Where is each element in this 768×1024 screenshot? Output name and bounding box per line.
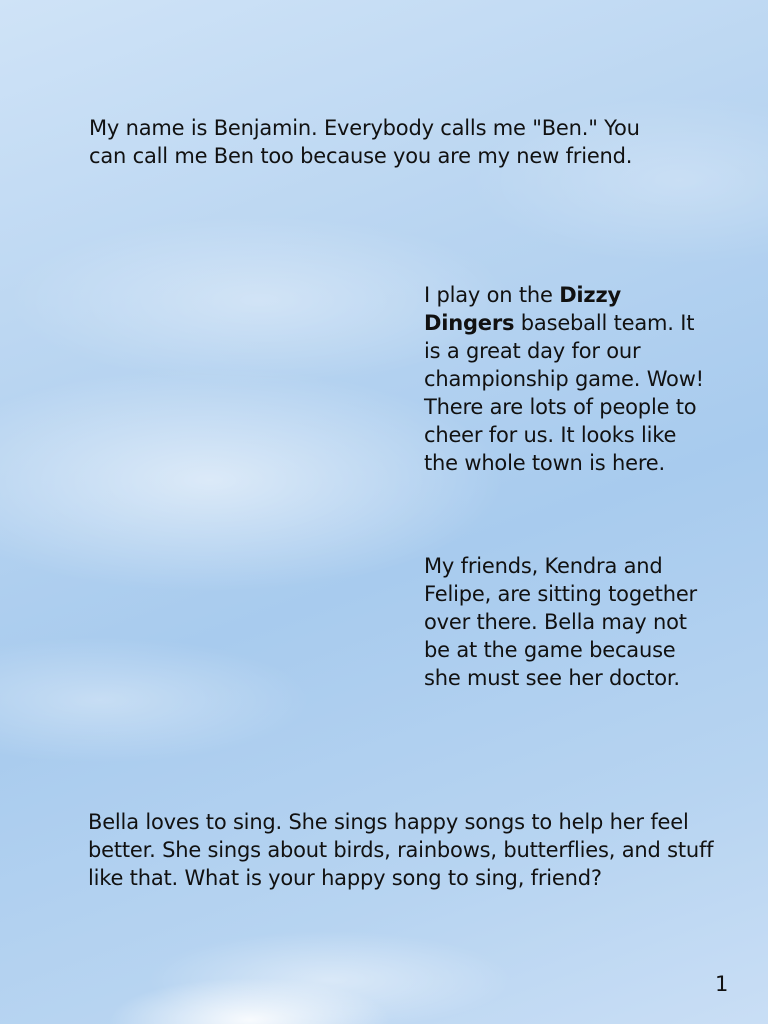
intro-paragraph: My name is Benjamin. Everybody calls me … — [89, 116, 640, 168]
friends-paragraph: My friends, Kendra and Felipe, are sitti… — [424, 554, 697, 690]
team-text-before: I play on the — [424, 283, 560, 307]
team-paragraph: I play on the Dizzy Dingers baseball tea… — [424, 281, 714, 477]
team-text-after: baseball team. It is a great day for our… — [424, 311, 704, 475]
bella-paragraph: Bella loves to sing. She sings happy son… — [88, 810, 714, 890]
page-number: 1 — [715, 972, 729, 996]
